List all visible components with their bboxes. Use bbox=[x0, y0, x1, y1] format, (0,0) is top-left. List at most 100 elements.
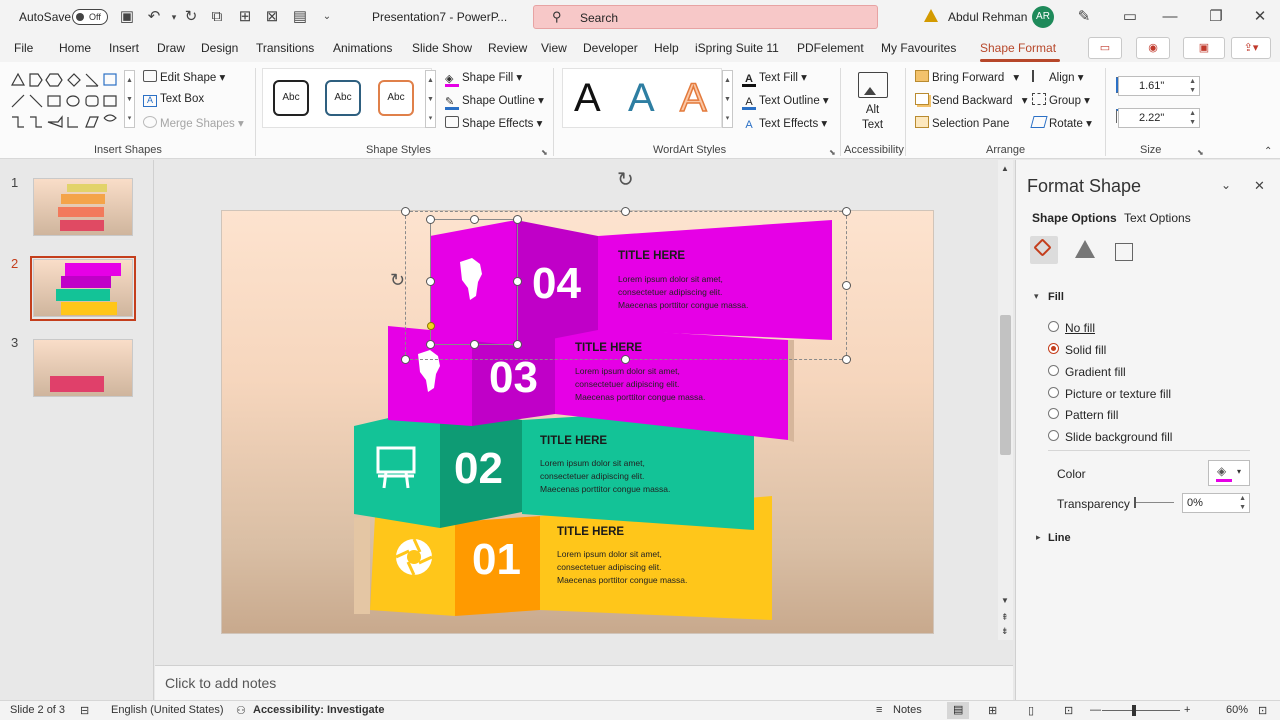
comments-button[interactable]: ▭ bbox=[1088, 37, 1122, 59]
record-button[interactable]: ◉ bbox=[1136, 37, 1170, 59]
teams-button[interactable]: ▣ bbox=[1183, 37, 1225, 59]
label-slide-background-fill[interactable]: Slide background fill bbox=[1065, 430, 1172, 444]
wordart-style-black[interactable]: A bbox=[574, 76, 601, 121]
pen-icon[interactable]: ✎ bbox=[1075, 8, 1093, 26]
transparency-slider-thumb[interactable] bbox=[1134, 497, 1136, 508]
transparency-slider[interactable] bbox=[1134, 502, 1174, 503]
redo-icon[interactable]: ↻ bbox=[182, 8, 200, 26]
label-gradient-fill[interactable]: Gradient fill bbox=[1065, 365, 1126, 379]
slide-thumbnail-3[interactable] bbox=[33, 339, 133, 397]
resize-handle[interactable] bbox=[513, 215, 522, 224]
spelling-icon[interactable]: ⊟ bbox=[80, 704, 89, 717]
collapse-ribbon-icon[interactable]: ⌃ bbox=[1264, 146, 1272, 157]
resize-handle[interactable] bbox=[842, 207, 851, 216]
rotate-handle-icon[interactable]: ↻ bbox=[617, 167, 634, 192]
pane-options-chevron-icon[interactable]: ⌄ bbox=[1221, 178, 1231, 192]
tab-design[interactable]: Design bbox=[201, 41, 238, 55]
shape-effects-button[interactable]: Shape Effects ▾ bbox=[445, 116, 542, 130]
notes-toggle[interactable]: Notes bbox=[893, 704, 922, 716]
zoom-out-icon[interactable]: — bbox=[1090, 704, 1101, 716]
language-status[interactable]: English (United States) bbox=[111, 704, 224, 716]
resize-handle[interactable] bbox=[426, 277, 435, 286]
tab-ispring[interactable]: iSpring Suite 11 bbox=[695, 41, 779, 55]
wordart-scroll[interactable]: ▲ ▼ ▾ bbox=[722, 70, 733, 128]
restore-icon[interactable]: ❐ bbox=[1207, 8, 1225, 26]
line-section-header[interactable]: Line bbox=[1048, 532, 1071, 544]
close-icon[interactable]: ✕ bbox=[1251, 8, 1269, 26]
pane-close-icon[interactable]: ✕ bbox=[1254, 178, 1265, 194]
slideshow-icon[interactable]: ⊡ bbox=[1064, 704, 1073, 717]
share-button[interactable]: ⇪▾ bbox=[1231, 37, 1271, 59]
group-button[interactable]: Group ▾ bbox=[1032, 93, 1090, 107]
scroll-thumb[interactable] bbox=[1000, 315, 1011, 455]
fill-line-tab[interactable] bbox=[1030, 236, 1058, 264]
tab-view[interactable]: View bbox=[541, 41, 567, 55]
shape-styles-launcher-icon[interactable]: ⬊ bbox=[541, 148, 548, 157]
alt-text-button[interactable]: Alt Text bbox=[862, 103, 883, 133]
resize-handle[interactable] bbox=[513, 277, 522, 286]
tab-shape-options[interactable]: Shape Options bbox=[1032, 211, 1117, 225]
radio-solid-fill[interactable] bbox=[1048, 343, 1059, 354]
resize-handle[interactable] bbox=[401, 355, 410, 364]
shape-style-dark[interactable]: Abc bbox=[273, 80, 309, 116]
radio-no-fill[interactable] bbox=[1048, 321, 1059, 332]
slide-thumbnail-2[interactable] bbox=[33, 259, 133, 317]
shape-selection-frame[interactable] bbox=[430, 219, 518, 345]
zoom-slider-thumb[interactable] bbox=[1132, 705, 1136, 716]
tab-pdfelement[interactable]: PDFelement bbox=[797, 41, 864, 55]
previous-slide-icon[interactable]: ⇞ bbox=[1001, 612, 1009, 623]
minimize-icon[interactable]: — bbox=[1161, 8, 1179, 26]
scroll-down-icon[interactable]: ▼ bbox=[1001, 596, 1009, 605]
shape-styles-scroll[interactable]: ▲ ▼ ▾ bbox=[425, 70, 436, 128]
vertical-scrollbar[interactable]: ▲ ▼ ⇞ ⇟ bbox=[998, 160, 1013, 640]
resize-handle[interactable] bbox=[842, 281, 851, 290]
autosave-toggle[interactable]: Off bbox=[72, 9, 108, 25]
slide-sorter-icon[interactable]: ⊞ bbox=[988, 704, 997, 717]
scroll-up-icon[interactable]: ▲ bbox=[1001, 164, 1009, 173]
fit-slide-icon[interactable]: ⊡ bbox=[1258, 704, 1267, 717]
resize-handle[interactable] bbox=[513, 340, 522, 349]
tab-developer[interactable]: Developer bbox=[583, 41, 638, 55]
tab-slide-show[interactable]: Slide Show bbox=[412, 41, 472, 55]
zoom-level[interactable]: 60% bbox=[1226, 704, 1248, 716]
line-expand-icon[interactable]: ▸ bbox=[1036, 532, 1041, 543]
shape-fill-button[interactable]: ◈ Shape Fill ▾ bbox=[445, 70, 522, 87]
notes-area[interactable]: Click to add notes bbox=[155, 665, 1013, 700]
tab-insert[interactable]: Insert bbox=[109, 41, 139, 55]
bring-forward-button[interactable]: Bring Forward ▾ bbox=[915, 70, 1019, 84]
shapes-gallery-scroll[interactable]: ▲ ▼ ▾ bbox=[124, 70, 135, 128]
resize-handle[interactable] bbox=[470, 340, 479, 349]
transparency-input[interactable]: 0% ▲ ▼ bbox=[1182, 493, 1250, 513]
shape-rotate-handle-icon[interactable]: ↻ bbox=[390, 270, 405, 291]
fill-collapse-icon[interactable]: ▾ bbox=[1034, 291, 1039, 302]
resize-handle[interactable] bbox=[470, 215, 479, 224]
wordart-launcher-icon[interactable]: ⬊ bbox=[829, 148, 836, 157]
height-input[interactable]: 1.61" ▲ ▼ bbox=[1118, 76, 1200, 96]
resize-handle[interactable] bbox=[401, 207, 410, 216]
insert-picture-icon[interactable]: ⊠ bbox=[263, 8, 281, 26]
undo-icon[interactable]: ↶ bbox=[145, 8, 163, 26]
resize-handle[interactable] bbox=[426, 215, 435, 224]
tab-draw[interactable]: Draw bbox=[157, 41, 185, 55]
fill-section-header[interactable]: Fill bbox=[1048, 291, 1064, 303]
text-box-button[interactable]: A Text Box bbox=[143, 93, 204, 107]
present-icon[interactable]: ⧉ bbox=[208, 8, 226, 26]
wordart-style-blue[interactable]: A bbox=[628, 76, 655, 121]
shape-style-orange[interactable]: Abc bbox=[378, 80, 414, 116]
tab-review[interactable]: Review bbox=[488, 41, 527, 55]
ribbon-display-icon[interactable]: ▭ bbox=[1121, 8, 1139, 26]
radio-picture-fill[interactable] bbox=[1048, 387, 1059, 398]
tab-my-favourites[interactable]: My Favourites bbox=[881, 41, 956, 55]
resize-handle[interactable] bbox=[621, 355, 630, 364]
label-pattern-fill[interactable]: Pattern fill bbox=[1065, 408, 1118, 422]
text-outline-button[interactable]: A Text Outline ▾ bbox=[742, 93, 829, 110]
tab-animations[interactable]: Animations bbox=[333, 41, 392, 55]
merge-shapes-button[interactable]: Merge Shapes ▾ bbox=[143, 116, 244, 130]
resize-handle[interactable] bbox=[842, 355, 851, 364]
new-slide-icon[interactable]: ⊞ bbox=[236, 8, 254, 26]
effects-tab-icon[interactable] bbox=[1075, 240, 1095, 258]
selection-pane-button[interactable]: Selection Pane bbox=[915, 116, 1009, 130]
shapes-gallery[interactable] bbox=[10, 72, 122, 128]
text-fill-button[interactable]: A Text Fill ▾ bbox=[742, 70, 807, 87]
tab-shape-format[interactable]: Shape Format bbox=[980, 41, 1056, 55]
